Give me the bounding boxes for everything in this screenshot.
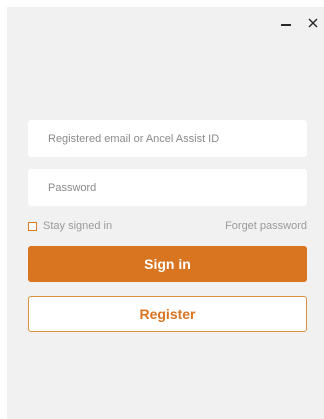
password-field[interactable]: [28, 169, 307, 206]
login-options-row: Stay signed in Forget password: [28, 219, 307, 233]
stay-signed-in-toggle[interactable]: Stay signed in: [28, 220, 112, 232]
minimize-button[interactable]: [278, 15, 294, 31]
close-button[interactable]: [305, 15, 321, 31]
email-field[interactable]: [28, 120, 307, 157]
sign-in-button[interactable]: Sign in: [28, 246, 307, 282]
forget-password-link[interactable]: Forget password: [225, 220, 307, 232]
close-icon: [308, 18, 318, 28]
minimize-icon: [281, 23, 291, 26]
password-field-container: [28, 169, 307, 206]
email-field-container: [28, 120, 307, 157]
register-button[interactable]: Register: [28, 296, 307, 332]
login-window: Stay signed in Forget password Sign in R…: [7, 7, 324, 419]
stay-signed-in-label: Stay signed in: [43, 220, 113, 232]
checkbox-icon[interactable]: [28, 221, 37, 231]
